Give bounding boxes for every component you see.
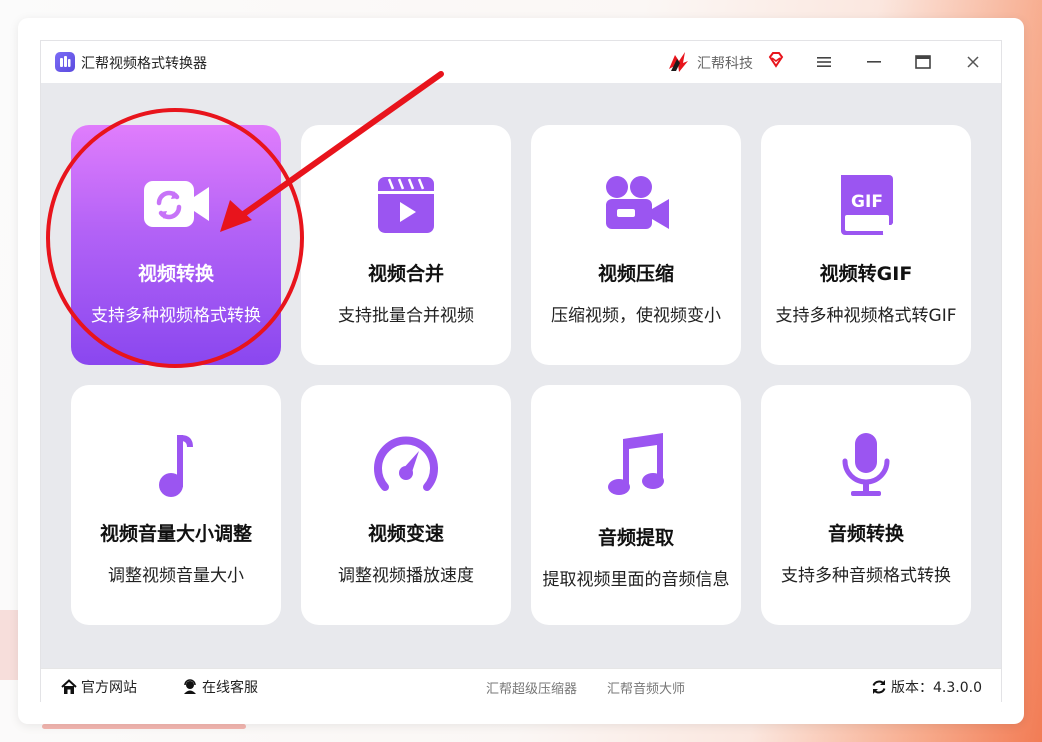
- hamburger-icon: [817, 57, 831, 67]
- feature-card-video-compress[interactable]: 视频压缩 压缩视频，使视频变小: [531, 125, 741, 365]
- video-merge-icon: [378, 177, 434, 233]
- footer-bar: 官方网站 在线客服 汇帮超级压缩器 汇帮音频大师 版本：4.3.0.0: [41, 668, 1001, 702]
- super-compressor-link[interactable]: 汇帮超级压缩器: [486, 678, 577, 697]
- microphone-icon: [842, 433, 890, 496]
- feature-card-audio-convert[interactable]: 音频转换 支持多种音频格式转换: [761, 385, 971, 625]
- app-logo-icon: [55, 52, 75, 72]
- feature-card-speed-change[interactable]: 视频变速 调整视频播放速度: [301, 385, 511, 625]
- brand-name: 汇帮科技: [697, 56, 753, 72]
- feature-title: 音频转换: [827, 523, 904, 545]
- feature-title: 视频转GIF: [819, 263, 913, 285]
- speedometer-icon: [374, 436, 438, 491]
- maximize-icon: [915, 55, 931, 69]
- feature-card-video-merge[interactable]: 视频合并 支持批量合并视频: [301, 125, 511, 365]
- feature-description: 调整视频音量大小: [108, 566, 244, 586]
- feature-description: 调整视频播放速度: [338, 566, 474, 586]
- maximize-button[interactable]: [910, 49, 936, 75]
- feature-card-video-convert[interactable]: 视频转换 支持多种视频格式转换: [71, 125, 281, 365]
- feature-title: 音频提取: [597, 527, 674, 549]
- menu-button[interactable]: [811, 49, 837, 75]
- official-website-link[interactable]: 官方网站: [61, 677, 137, 697]
- online-support-label: 在线客服: [202, 680, 258, 696]
- feature-title: 视频压缩: [597, 263, 674, 285]
- diamond-icon: [768, 52, 784, 68]
- close-button[interactable]: [960, 49, 986, 75]
- audio-master-link[interactable]: 汇帮音频大师: [607, 678, 685, 697]
- background-underline: [42, 724, 246, 729]
- minimize-button[interactable]: [861, 49, 887, 75]
- feature-grid: 视频转换 支持多种视频格式转换 视频合并 支持批量合并视频 视频压缩 压缩视频，…: [41, 83, 1001, 668]
- feature-description: 支持多种视频格式转GIF: [775, 306, 957, 326]
- feature-card-volume-adjust[interactable]: 视频音量大小调整 调整视频音量大小: [71, 385, 281, 625]
- home-icon: [61, 679, 77, 694]
- close-icon: [967, 56, 979, 68]
- feature-description: 提取视频里面的音频信息: [542, 570, 730, 590]
- gif-icon: GIF: [841, 175, 893, 235]
- app-title: 汇帮视频格式转换器: [81, 56, 207, 72]
- minimize-icon: [867, 61, 881, 63]
- feature-card-video-to-gif[interactable]: GIF 视频转GIF 支持多种视频格式转GIF: [761, 125, 971, 365]
- customer-service-icon: [184, 679, 196, 694]
- feature-description: 支持多种视频格式转换: [91, 306, 261, 326]
- refresh-icon: [872, 680, 886, 694]
- feature-description: 支持多种音频格式转换: [781, 566, 951, 586]
- video-convert-icon: [144, 181, 209, 227]
- title-bar[interactable]: 汇帮视频格式转换器 汇帮科技: [41, 41, 1001, 83]
- version-info[interactable]: 版本：4.3.0.0: [871, 677, 982, 697]
- online-support-link[interactable]: 在线客服: [182, 677, 258, 697]
- music-notes-icon: [608, 433, 664, 495]
- feature-description: 支持批量合并视频: [338, 306, 474, 326]
- feature-title: 视频音量大小调整: [99, 523, 252, 545]
- svg-text:GIF: GIF: [851, 192, 883, 212]
- version-label: 版本：4.3.0.0: [891, 680, 982, 696]
- feature-description: 压缩视频，使视频变小: [551, 306, 721, 326]
- feature-card-audio-extract[interactable]: 音频提取 提取视频里面的音频信息: [531, 385, 741, 625]
- brand-logo-icon: [669, 52, 688, 72]
- feature-title: 视频变速: [367, 523, 444, 545]
- video-camera-icon: [606, 176, 669, 229]
- feature-title: 视频合并: [367, 263, 444, 285]
- feature-title: 视频转换: [137, 263, 214, 285]
- official-website-label: 官方网站: [81, 680, 137, 696]
- music-note-icon: [159, 435, 193, 497]
- app-window: 汇帮视频格式转换器 汇帮科技 视频转换 支持多种视频格式转换 视频合并 支持批量…: [40, 40, 1002, 702]
